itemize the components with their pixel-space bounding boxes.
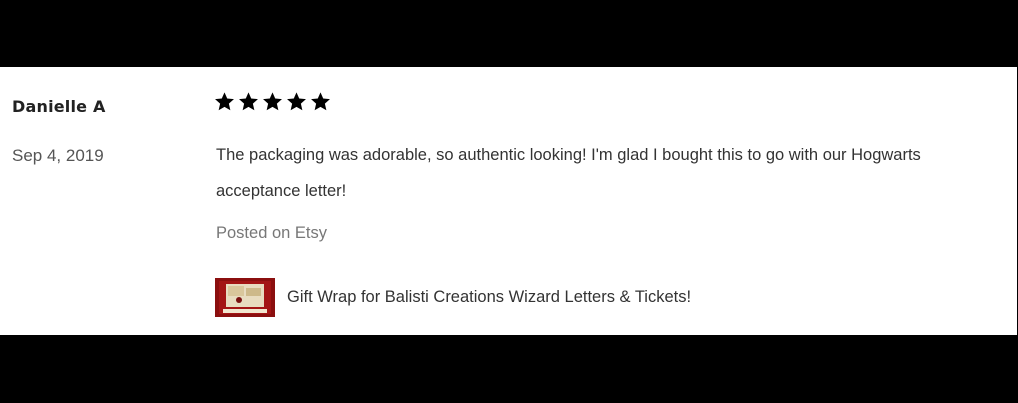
reviewed-product-link[interactable]: Gift Wrap for Balisti Creations Wizard L… [215,278,691,317]
letterbox-top [0,0,1018,67]
screenshot-frame: Danielle A Sep 4, 2019 The packaging was… [0,0,1018,403]
product-title[interactable]: Gift Wrap for Balisti Creations Wizard L… [287,288,691,307]
letterbox-bottom [0,335,1018,403]
product-thumbnail[interactable] [215,278,275,317]
review-source: Posted on Etsy [216,224,327,242]
reviewer-name[interactable]: Danielle A [12,97,106,116]
review-card: Danielle A Sep 4, 2019 The packaging was… [0,67,1017,335]
review-text: The packaging was adorable, so authentic… [216,146,921,200]
review-date: Sep 4, 2019 [12,146,104,165]
star-icon [286,91,307,112]
star-icon [214,91,235,112]
star-icon [238,91,259,112]
star-icon [262,91,283,112]
star-rating [214,91,331,115]
star-icon [310,91,331,112]
